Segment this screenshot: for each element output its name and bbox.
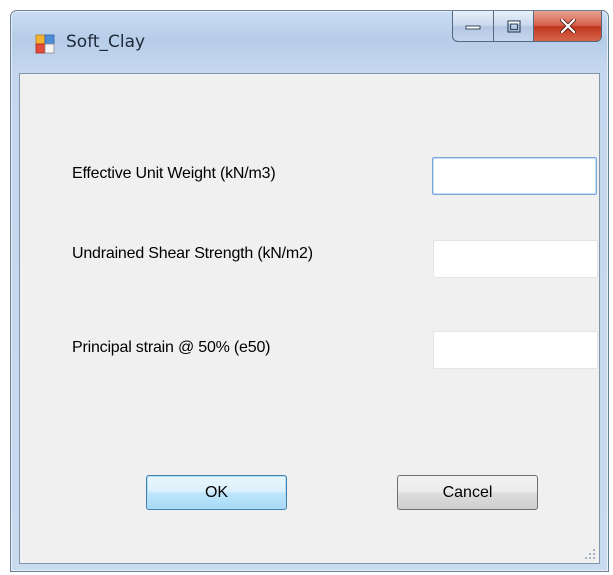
undrained-shear-strength-input[interactable] xyxy=(433,240,598,278)
title-bar[interactable]: Soft_Clay xyxy=(11,11,608,73)
window-title: Soft_Clay xyxy=(66,32,146,52)
dialog-client-area: Effective Unit Weight (kN/m3) Undrained … xyxy=(19,73,600,564)
maximize-button[interactable] xyxy=(494,11,534,42)
ok-button[interactable]: OK xyxy=(146,475,287,510)
effective-unit-weight-input[interactable] xyxy=(432,157,597,195)
minimize-icon xyxy=(465,25,481,30)
close-icon xyxy=(559,19,576,33)
principal-strain-label: Principal strain @ 50% (e50) xyxy=(72,339,271,356)
resize-grip-icon[interactable] xyxy=(584,548,596,560)
caption-buttons xyxy=(452,11,602,42)
maximize-icon xyxy=(506,19,521,33)
winforms-app-icon xyxy=(35,34,55,54)
effective-unit-weight-label: Effective Unit Weight (kN/m3) xyxy=(72,165,276,182)
cancel-button[interactable]: Cancel xyxy=(397,475,538,510)
minimize-button[interactable] xyxy=(452,11,494,42)
dialog-window: Soft_Clay Effective Unit Weight (kN/m3) … xyxy=(10,10,609,572)
principal-strain-input[interactable] xyxy=(433,331,598,369)
close-button[interactable] xyxy=(534,11,602,42)
undrained-shear-strength-label: Undrained Shear Strength (kN/m2) xyxy=(72,245,313,262)
